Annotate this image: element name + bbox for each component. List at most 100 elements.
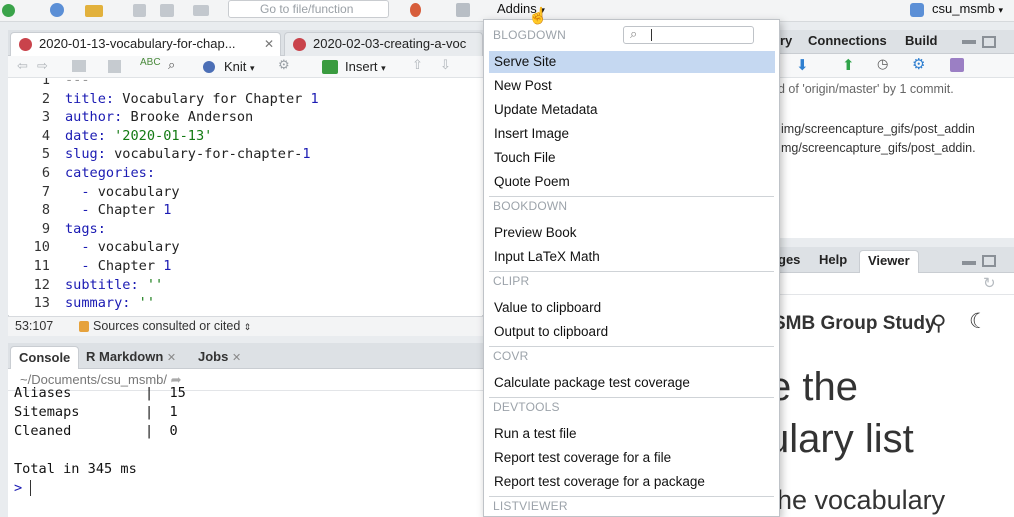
search-icon[interactable]: ⌕: [168, 57, 175, 73]
menu-item-update-metadata[interactable]: Update Metadata: [489, 99, 775, 121]
back-arrow-icon[interactable]: ⇦: [17, 58, 28, 74]
editor-tab-creating[interactable]: 2020-02-03-creating-a-voc: [284, 32, 483, 56]
tab-help[interactable]: Help: [819, 252, 847, 267]
save-icon[interactable]: [108, 60, 121, 73]
code-token: subtitle:: [65, 276, 139, 293]
menu-item-value-to-clipboard[interactable]: Value to clipboard: [489, 297, 775, 319]
search-icon[interactable]: ⚲: [931, 311, 946, 336]
goto-file-input[interactable]: Go to file/function: [228, 0, 389, 18]
code-token: Chapter: [97, 202, 164, 219]
maximize-icon[interactable]: [982, 255, 996, 267]
grid-layout-icon[interactable]: [456, 3, 470, 17]
menu-item-output-to-clipboard[interactable]: Output to clipboard: [489, 321, 775, 343]
minimize-icon[interactable]: [962, 40, 976, 44]
tab-label: R Markdown: [86, 349, 164, 364]
open-file-icon[interactable]: [85, 5, 103, 17]
menu-item-calculate-package-test-coverage[interactable]: Calculate package test coverage: [489, 372, 775, 394]
menu-item-quote-poem[interactable]: Quote Poem: [489, 171, 775, 193]
git-file-row[interactable]: img/screencapture_gifs/post_addin: [781, 122, 975, 136]
menu-item-touch-file[interactable]: Touch File: [489, 147, 775, 169]
tab-packages[interactable]: ges: [778, 252, 800, 267]
code-line: - vocabulary: [65, 184, 179, 200]
new-project-icon[interactable]: [50, 3, 64, 17]
forward-arrow-icon[interactable]: ⇨: [37, 58, 48, 74]
code-line: author: Brooke Anderson: [65, 109, 253, 125]
menu-item-preview-book[interactable]: Preview Book: [489, 222, 775, 244]
close-icon[interactable]: ✕: [167, 352, 176, 364]
rmd-file-icon: [293, 38, 306, 51]
code-token: author:: [65, 109, 123, 126]
knit-icon: [203, 61, 215, 73]
spellcheck-icon[interactable]: ABC: [140, 57, 161, 68]
dark-mode-icon[interactable]: ☾: [969, 309, 988, 334]
history-icon[interactable]: ◷: [877, 56, 888, 72]
menu-item-input-latex-math[interactable]: Input LaTeX Math: [489, 246, 775, 268]
console-line: Aliases | 15: [14, 385, 186, 401]
print-icon[interactable]: [193, 5, 209, 16]
git-file-row[interactable]: mg/screencapture_gifs/post_addin.: [781, 141, 976, 155]
site-title: SMB Group Study: [773, 313, 936, 334]
tab-history[interactable]: ry: [780, 33, 792, 48]
tab-build[interactable]: Build: [905, 33, 938, 48]
knit-button[interactable]: Knit ▾: [224, 59, 255, 74]
down-arrow-icon[interactable]: ⇩: [440, 57, 451, 73]
project-icon: [910, 3, 924, 17]
menu-item-report-test-coverage-for-a-package[interactable]: Report test coverage for a package: [489, 471, 775, 493]
section-navigator[interactable]: Sources consulted or cited ⇕: [93, 317, 251, 337]
code-token: Brooke Anderson: [122, 109, 254, 126]
new-file-icon[interactable]: [2, 4, 15, 17]
prompt-symbol: >: [14, 480, 23, 496]
close-icon[interactable]: ✕: [264, 33, 274, 55]
pull-icon[interactable]: ⬇: [796, 56, 809, 74]
console-line: Total in 345 ms: [14, 461, 137, 477]
refresh-icon[interactable]: ↻: [983, 274, 996, 292]
code-token: ---: [65, 78, 90, 88]
gear-icon[interactable]: ⚙: [912, 55, 925, 73]
code-token: vocabulary-for-chapter-: [105, 146, 303, 163]
save-icon[interactable]: [133, 4, 146, 17]
menu-section-header: BLOGDOWN: [493, 28, 566, 42]
up-arrow-icon[interactable]: ⇧: [412, 57, 423, 73]
right-bottom-tab-bar: ges Help Viewer: [760, 247, 1014, 273]
git-icon[interactable]: [410, 3, 421, 17]
close-icon[interactable]: ✕: [232, 352, 241, 364]
project-menu-button[interactable]: csu_msmb ▾: [932, 1, 1003, 16]
code-token: -: [65, 258, 98, 274]
tab-console[interactable]: Console: [10, 346, 80, 369]
maximize-icon[interactable]: [982, 36, 996, 48]
push-icon[interactable]: ⬆: [842, 56, 855, 74]
code-token: date:: [65, 127, 106, 144]
line-number: 11: [33, 258, 50, 274]
gear-icon[interactable]: ⚙: [278, 57, 290, 73]
menu-section-header: BOOKDOWN: [493, 199, 568, 213]
tab-connections[interactable]: Connections: [808, 33, 887, 48]
branch-icon[interactable]: [950, 58, 964, 72]
menu-item-insert-image[interactable]: Insert Image: [489, 123, 775, 145]
tab-r-markdown[interactable]: R Markdown ✕: [78, 346, 184, 369]
editor-tab-vocabulary[interactable]: 2020-01-13-vocabulary-for-chap... ✕: [10, 32, 281, 56]
tab-jobs[interactable]: Jobs ✕: [190, 346, 249, 369]
knit-label: Knit: [224, 59, 247, 74]
git-toolbar: ⬇ ⬆ ◷ ⚙: [760, 54, 1014, 78]
tab-viewer[interactable]: Viewer: [859, 250, 919, 273]
save-all-icon[interactable]: [160, 4, 174, 17]
show-in-window-icon[interactable]: [72, 60, 86, 72]
chevron-updown-icon: ⇕: [243, 322, 252, 332]
editor-tab-label: 2020-01-13-vocabulary-for-chap...: [39, 36, 236, 51]
addins-search-input[interactable]: ⌕: [623, 26, 754, 44]
code-token: 1: [163, 202, 172, 219]
console-output[interactable]: Aliases | 15 Sitemaps | 1 Cleaned | 0 Total…: [8, 385, 483, 517]
menu-item-serve-site[interactable]: Serve Site: [489, 51, 775, 73]
code-editor[interactable]: 1 --- 2 title: Vocabulary for Chapter 1 3 aut…: [8, 78, 483, 315]
menu-item-report-test-coverage-for-a-file[interactable]: Report test coverage for a file: [489, 447, 775, 469]
git-panel: d of 'origin/master' by 1 commit. img/sc…: [760, 78, 1014, 238]
menu-item-new-post[interactable]: New Post: [489, 75, 775, 97]
code-token: 1: [302, 146, 311, 163]
code-line: - vocabulary: [65, 239, 179, 255]
insert-button[interactable]: Insert ▾: [345, 59, 386, 74]
minimize-icon[interactable]: [962, 261, 976, 265]
tab-label: Jobs: [198, 349, 229, 364]
code-line: ---: [65, 78, 90, 88]
menu-item-run-a-test-file[interactable]: Run a test file: [489, 423, 775, 445]
